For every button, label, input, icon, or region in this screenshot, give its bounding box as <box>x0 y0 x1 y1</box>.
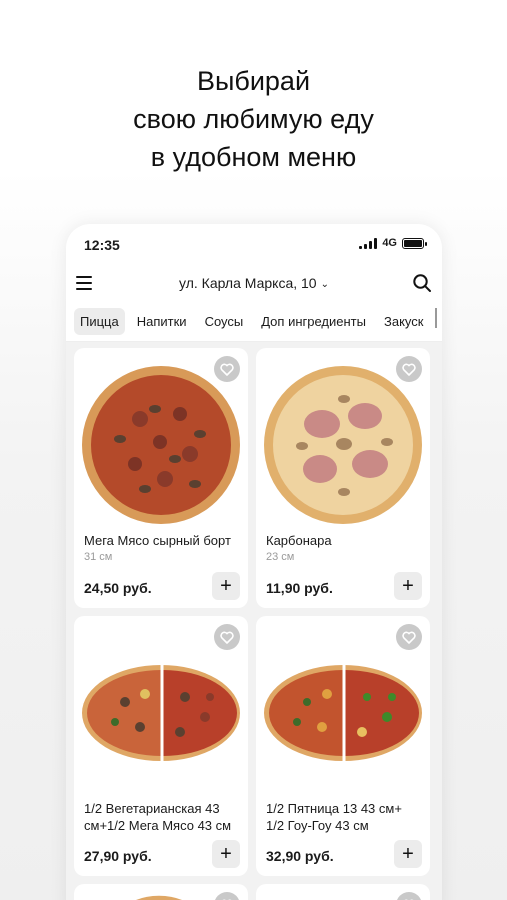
heart-icon <box>220 631 234 644</box>
pizza-image <box>82 366 240 524</box>
product-price: 24,50 руб. <box>84 580 152 596</box>
favorite-button[interactable] <box>396 892 422 900</box>
product-name: Мега Мясо сырный борт <box>84 533 231 548</box>
battery-icon <box>402 237 427 249</box>
product-price: 32,90 руб. <box>266 848 334 864</box>
product-card[interactable]: 1/2 Вегетарианская 43 см+1/2 Мега Мясо 4… <box>74 616 248 876</box>
add-to-cart-button[interactable]: + <box>394 572 422 600</box>
tab-sauces[interactable]: Соусы <box>199 308 250 335</box>
favorite-button[interactable] <box>214 356 240 382</box>
product-name: 1/2 Пятница 13 43 см+ 1/2 Гоу-Гоу 43 см <box>266 801 402 833</box>
heart-icon <box>220 363 234 376</box>
add-to-cart-button[interactable]: + <box>212 840 240 868</box>
phone-frame: 12:35 4G ул. Карла Маркса, 10 ⌄ Пицца Нап… <box>66 224 442 900</box>
pizza-image <box>136 895 182 900</box>
status-time: 12:35 <box>84 237 120 253</box>
tab-drinks[interactable]: Напитки <box>131 308 193 335</box>
product-size: 31 см <box>84 551 113 563</box>
product-name: Карбонара <box>266 533 332 548</box>
tab-extra-ingredients[interactable]: Доп ингредиенты <box>255 308 372 335</box>
pizza-image <box>82 662 240 764</box>
address-text: ул. Карла Маркса, 10 <box>179 275 317 291</box>
promo-line-2: свою любимую еду <box>133 104 374 134</box>
product-card[interactable]: Карбонара 23 см 11,90 руб. + <box>256 348 430 608</box>
product-card[interactable]: Мега Мясо сырный борт 31 см 24,50 руб. + <box>74 348 248 608</box>
product-card[interactable]: 1/2 Пятница 13 43 см+ 1/2 Гоу-Гоу 43 см … <box>256 616 430 876</box>
product-name: 1/2 Вегетарианская 43 см+1/2 Мега Мясо 4… <box>84 801 232 833</box>
promo-heading: Выбирай свою любимую еду в удобном меню <box>0 62 507 176</box>
app-header: ул. Карла Маркса, 10 ⌄ <box>66 264 442 302</box>
add-to-cart-button[interactable]: + <box>212 572 240 600</box>
favorite-button[interactable] <box>214 624 240 650</box>
category-tabs: Пицца Напитки Соусы Доп ингредиенты Заку… <box>66 302 442 342</box>
add-to-cart-button[interactable]: + <box>394 840 422 868</box>
promo-line-1: Выбирай <box>196 66 311 96</box>
tab-snacks[interactable]: Закуск <box>378 308 429 335</box>
signal-icon <box>359 237 378 249</box>
status-bar: 12:35 4G <box>66 224 442 264</box>
promo-line-3: в удобном меню <box>150 142 357 172</box>
tabs-scroll-indicator <box>435 308 437 328</box>
heart-icon <box>402 631 416 644</box>
address-selector[interactable]: ул. Карла Маркса, 10 ⌄ <box>66 275 442 291</box>
tab-pizza[interactable]: Пицца <box>74 308 125 335</box>
network-type: 4G <box>382 237 397 249</box>
favorite-button[interactable] <box>396 624 422 650</box>
product-size: 23 см <box>266 551 295 563</box>
product-grid: Мега Мясо сырный борт 31 см 24,50 руб. +… <box>74 348 434 900</box>
favorite-button[interactable] <box>396 356 422 382</box>
heart-icon <box>402 363 416 376</box>
product-card[interactable] <box>256 884 430 900</box>
status-icons: 4G <box>359 237 427 249</box>
search-icon[interactable] <box>412 273 432 293</box>
pizza-image <box>264 366 422 524</box>
product-price: 27,90 руб. <box>84 848 152 864</box>
favorite-button[interactable] <box>214 892 240 900</box>
product-card[interactable] <box>74 884 248 900</box>
product-price: 11,90 руб. <box>266 580 333 596</box>
chevron-down-icon: ⌄ <box>320 279 329 290</box>
pizza-image <box>264 662 422 764</box>
